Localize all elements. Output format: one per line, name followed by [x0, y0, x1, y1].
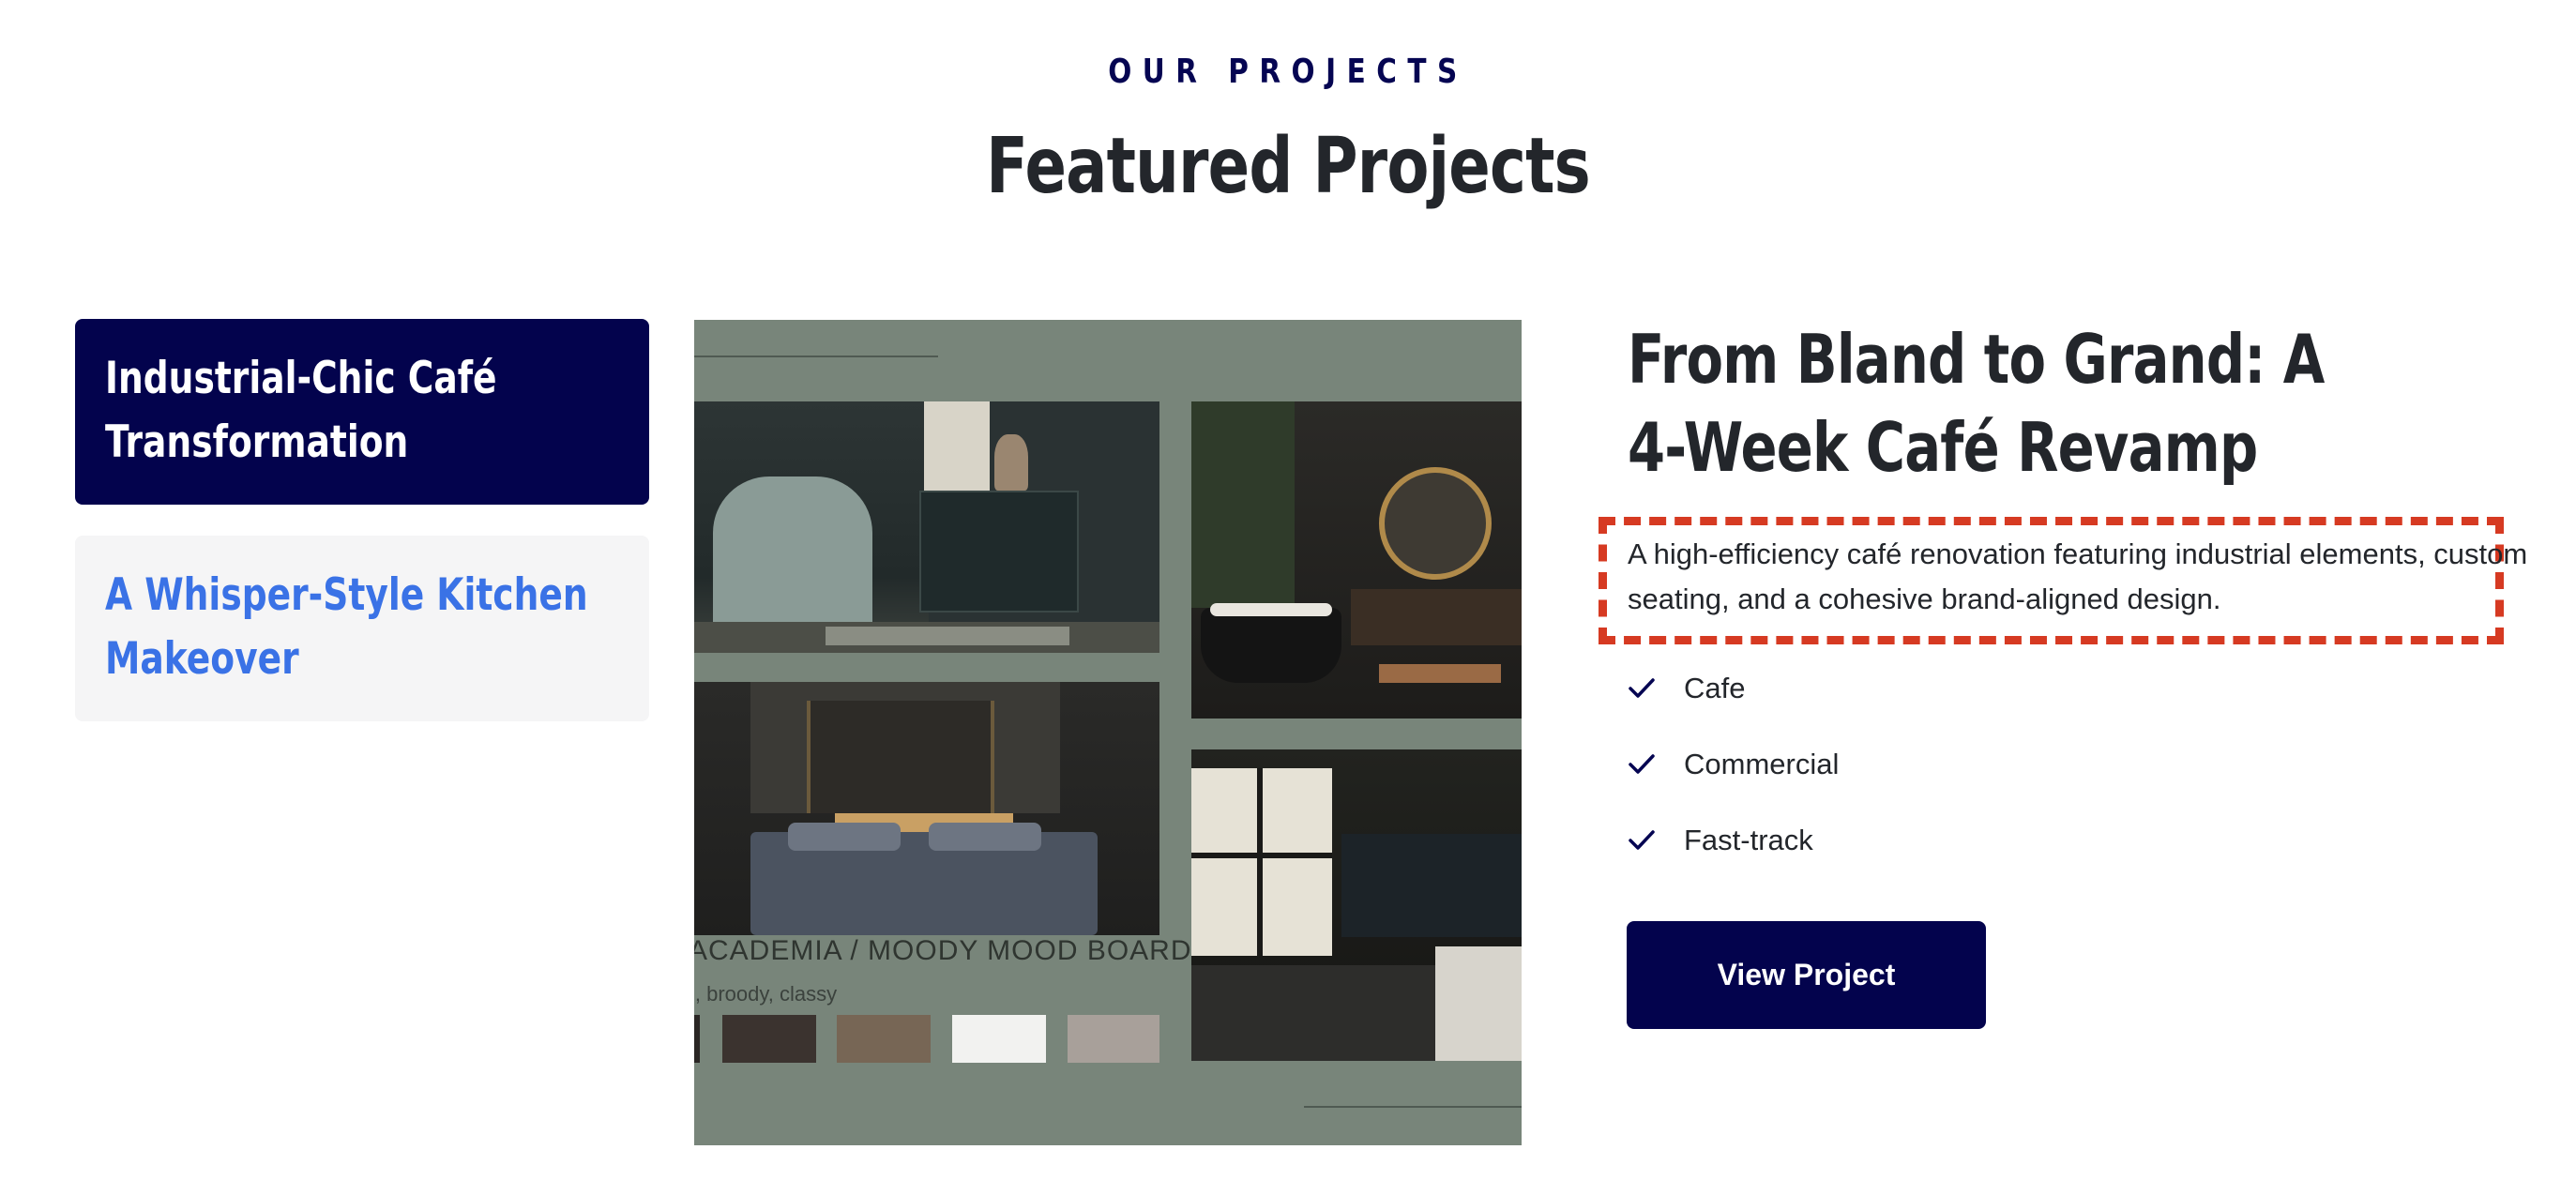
feature-item: Commercial — [1628, 744, 1839, 785]
check-icon — [1629, 678, 1655, 698]
feature-label: Commercial — [1684, 748, 1840, 780]
bathroom-photo — [1191, 401, 1522, 719]
board-subcaption: l, broody, classy — [694, 982, 838, 1006]
feature-item: Cafe — [1628, 668, 1745, 709]
feature-label: Cafe — [1684, 672, 1746, 704]
color-swatch — [1068, 1015, 1159, 1063]
board-bottom-rule — [1304, 1106, 1522, 1108]
check-icon — [1629, 830, 1655, 850]
section-eyebrow: OUR PROJECTS — [1108, 53, 1468, 91]
project-description: A high-efficiency café renovation featur… — [1628, 537, 2528, 615]
board-caption: ACADEMIA / MOODY MOOD BOARD — [694, 935, 1192, 966]
view-project-button[interactable]: View Project — [1627, 921, 1986, 1029]
project-tab-label: A Whisper-Style Kitchen Makeover — [105, 569, 588, 685]
color-swatch — [952, 1015, 1046, 1063]
board-top-rule — [694, 356, 938, 357]
color-swatch — [694, 1015, 700, 1063]
project-image: ACADEMIA / MOODY MOOD BOARD l, broody, c… — [694, 320, 1522, 1145]
feature-label: Fast-track — [1684, 824, 1813, 856]
check-icon — [1629, 754, 1655, 774]
project-tab-industrial-cafe[interactable]: Industrial-Chic Café Transformation — [75, 319, 649, 505]
project-title: From Bland to Grand: A 4-Week Café Revam… — [1628, 320, 2325, 487]
kitchen-photo — [1191, 749, 1522, 1061]
section-title: Featured Projects — [986, 122, 1591, 211]
project-tab-label: Industrial-Chic Café Transformation — [105, 353, 497, 468]
project-tab-kitchen-makeover[interactable]: A Whisper-Style Kitchen Makeover — [75, 536, 649, 721]
bedroom-photo — [694, 682, 1159, 935]
living-room-photo — [694, 401, 1159, 653]
color-swatch — [722, 1015, 816, 1063]
feature-item: Fast-track — [1628, 820, 1813, 861]
color-swatch — [837, 1015, 931, 1063]
